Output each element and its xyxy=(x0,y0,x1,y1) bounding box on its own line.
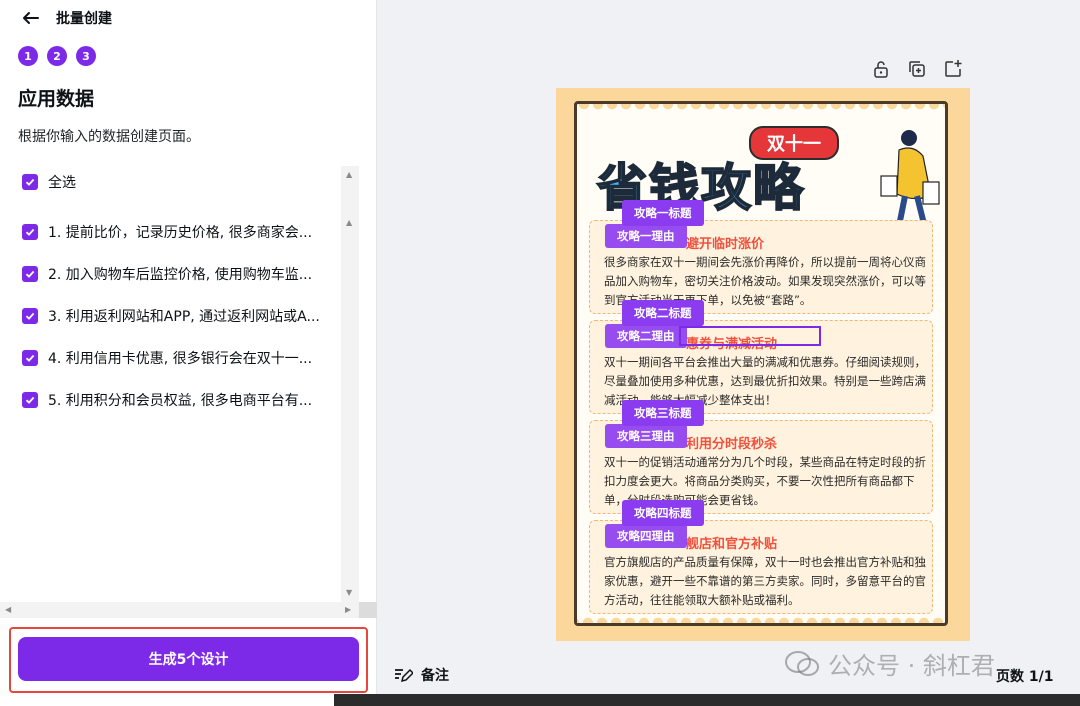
step-2[interactable]: 2 xyxy=(47,46,67,66)
data-field-tag[interactable]: 攻略一理由 xyxy=(605,224,687,248)
panel-title: 批量创建 xyxy=(56,11,112,27)
data-field-tag[interactable]: 攻略四理由 xyxy=(605,524,687,548)
poster-title-part: 攻略 xyxy=(700,158,805,218)
data-field-tag[interactable]: 攻略二标题 xyxy=(622,300,704,326)
add-page-icon[interactable] xyxy=(942,58,964,80)
unlock-icon[interactable] xyxy=(870,58,892,80)
batch-create-panel: 批量创建 1 2 3 应用数据 根据你输入的数据创建页面。 全选 ▲ 1. 提前… xyxy=(0,0,377,706)
arrow-left-icon xyxy=(23,12,39,24)
card-heading: 避开临时涨价 xyxy=(686,237,765,252)
list-item[interactable]: 3. 利用返利网站和APP, 通过返利网站或A... xyxy=(22,306,320,326)
data-field-tag[interactable]: 攻略一标题 xyxy=(622,200,704,226)
checkbox-checked-icon xyxy=(22,174,38,190)
checkbox-checked-icon xyxy=(22,392,38,408)
watermark-text: 公众号 · 斜杠君 xyxy=(828,652,995,680)
step-1[interactable]: 1 xyxy=(18,46,38,66)
header-scrollbar[interactable]: ▲ xyxy=(341,166,359,212)
step-indicator: 1 2 3 xyxy=(18,46,96,66)
scallop-border xyxy=(577,104,945,114)
data-field-tag[interactable]: 攻略三标题 xyxy=(622,400,704,426)
card-heading: 利用分时段秒杀 xyxy=(686,437,778,452)
page-count: 页数 1/1 xyxy=(996,669,1054,685)
checkbox-checked-icon xyxy=(22,266,38,282)
data-field-tag[interactable]: 攻略二理由 xyxy=(605,324,687,348)
duplicate-page-icon[interactable] xyxy=(906,58,928,80)
data-field-tag[interactable]: 攻略三理由 xyxy=(605,424,687,448)
poster-frame: 双十一 省钱攻略 避开临时涨价 很多商家在双十一期间会先涨价再降价，所以提前一周… xyxy=(574,101,948,626)
list-item-label: 5. 利用积分和会员权益, 很多电商平台有... xyxy=(48,393,313,409)
card-heading: 舰店和官方补贴 xyxy=(686,537,778,552)
selection-outline xyxy=(679,326,821,346)
checkbox-checked-icon xyxy=(22,308,38,324)
scroll-corner xyxy=(359,602,377,618)
list-item[interactable]: 1. 提前比价，记录历史价格, 很多商家会... xyxy=(22,222,312,242)
scroll-up-icon[interactable]: ▲ xyxy=(346,170,352,179)
card-body: 官方旗舰店的产品质量有保障，双十一时也会推出官方补贴和独家优惠，避开一些不靠谱的… xyxy=(604,555,926,607)
list-item-label: 2. 加入购物车后监控价格, 使用购物车监... xyxy=(48,267,313,283)
select-all-label: 全选 xyxy=(48,175,76,191)
scroll-right-icon[interactable]: ▶ xyxy=(345,605,351,614)
horizontal-scrollbar[interactable]: ◀ ▶ xyxy=(0,602,359,618)
section-description: 根据你输入的数据创建页面。 xyxy=(18,129,200,145)
list-item-label: 1. 提前比价，记录历史价格, 很多商家会... xyxy=(48,225,313,241)
select-all-checkbox[interactable]: 全选 xyxy=(22,172,76,192)
vertical-scrollbar[interactable]: ▲ ▼ xyxy=(341,212,359,602)
list-item[interactable]: 2. 加入购物车后监控价格, 使用购物车监... xyxy=(22,264,312,284)
list-item[interactable]: 5. 利用积分和会员权益, 很多电商平台有... xyxy=(22,390,312,410)
panel-header: 批量创建 xyxy=(0,0,377,36)
scroll-left-icon[interactable]: ◀ xyxy=(5,605,11,614)
step-3[interactable]: 3 xyxy=(76,46,96,66)
generate-designs-button[interactable]: 生成5个设计 xyxy=(18,637,359,681)
design-canvas[interactable]: 双十一 省钱攻略 避开临时涨价 很多商家在双十一期间会先涨价再降价，所以提前一周… xyxy=(556,88,970,641)
scallop-border xyxy=(577,613,945,623)
taskbar xyxy=(334,694,1080,706)
notes-label: 备注 xyxy=(421,668,449,684)
canvas-toolbar xyxy=(870,58,964,80)
scroll-down-icon[interactable]: ▼ xyxy=(346,588,352,597)
watermark: 公众号 · 斜杠君 xyxy=(784,646,995,681)
data-field-tag[interactable]: 攻略四标题 xyxy=(622,500,704,526)
notes-icon xyxy=(395,668,413,683)
back-button[interactable] xyxy=(18,5,44,31)
checkbox-checked-icon xyxy=(22,224,38,240)
checkbox-checked-icon xyxy=(22,350,38,366)
list-item-label: 3. 利用返利网站和APP, 通过返利网站或A... xyxy=(48,309,320,325)
notes-button[interactable]: 备注 xyxy=(393,665,449,685)
data-row-list: 1. 提前比价，记录历史价格, 很多商家会... 2. 加入购物车后监控价格, … xyxy=(0,212,377,602)
wechat-icon xyxy=(785,650,819,676)
section-heading: 应用数据 xyxy=(18,88,95,110)
list-item[interactable]: 4. 利用信用卡优惠, 很多银行会在双十一... xyxy=(22,348,312,368)
list-item-label: 4. 利用信用卡优惠, 很多银行会在双十一... xyxy=(48,351,313,367)
scroll-up-icon[interactable]: ▲ xyxy=(346,218,352,227)
